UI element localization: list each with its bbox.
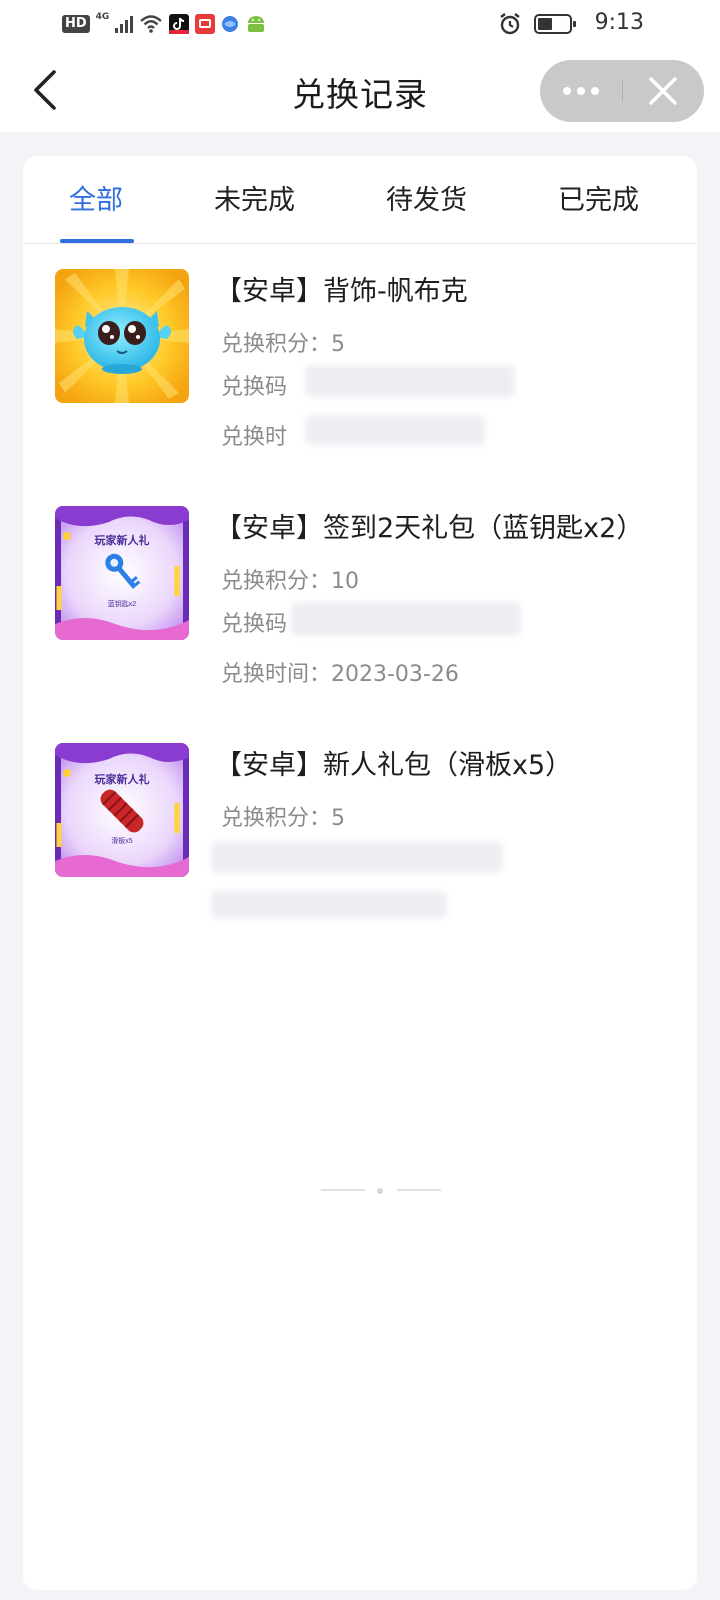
item-time: 兑换时间：2023-03-26 [221,662,459,687]
tab-incomplete[interactable]: 未完成 [214,178,295,217]
item-code-label: 兑换码 [221,612,288,637]
status-time: 9:13 [594,10,644,35]
thumb-title: 玩家新人礼 [95,533,150,547]
list-end-divider [321,1188,445,1194]
thumb-caption: 蓝钥匙x2 [108,599,136,608]
item-time-label: 兑换时 [221,425,288,450]
item-title: 【安卓】背饰-帆布克 [215,276,468,307]
item-points: 兑换积分：10 [221,569,359,594]
video-app-icon [195,14,216,34]
list-item[interactable]: 玩家新人礼 滑板x5 【安卓】新人礼包（滑板x5） 兑换积分：5 [55,743,675,943]
alarm-icon [500,13,520,35]
thumb-title: 玩家新人礼 [95,772,150,786]
item-title: 【安卓】签到2天礼包（蓝钥匙x2） [215,513,644,544]
records-card: 全部 未完成 待发货 已完成 【安卓】背饰-帆布克 兑换积分：5 兑换码 兑换时… [23,156,697,1590]
battery-icon [534,14,576,34]
signal-icon [115,15,134,33]
item-code-label: 兑换码 [221,375,288,400]
list-item[interactable]: 玩家新人礼 蓝钥匙x2 【安卓】签到2天礼包（蓝钥匙x2） 兑换积分：10 兑换… [55,506,675,706]
close-button[interactable] [623,60,703,122]
list-item[interactable]: 【安卓】背饰-帆布克 兑换积分：5 兑换码 兑换时 [55,269,675,469]
item-title: 【安卓】新人礼包（滑板x5） [215,750,573,781]
item-thumbnail: 玩家新人礼 滑板x5 [55,743,189,877]
tiktok-icon [169,14,190,34]
tab-bar: 全部 未完成 待发货 已完成 [23,156,697,244]
redacted-time [305,415,485,445]
tab-all[interactable]: 全部 [69,178,123,217]
close-icon [649,77,677,105]
android-icon [248,16,265,32]
item-thumbnail: 玩家新人礼 蓝钥匙x2 [55,506,189,640]
network-type: 4G [95,12,110,22]
redacted-code [291,602,521,636]
mini-program-capsule [540,60,704,122]
item-points: 兑换积分：5 [221,332,345,357]
tab-completed[interactable]: 已完成 [558,178,639,217]
status-left-icons: HD 4G [62,12,267,36]
more-button[interactable] [540,60,622,122]
item-points: 兑换积分：5 [221,806,345,831]
redacted-code [211,841,503,873]
hd-indicator: HD [62,15,90,33]
redacted-time [211,891,447,919]
tab-pending-shipment[interactable]: 待发货 [386,178,467,217]
item-thumbnail [55,269,189,403]
wifi-icon [140,15,163,33]
active-tab-indicator [60,239,134,243]
redacted-code [305,365,515,397]
status-bar: HD 4G 9:13 [0,0,720,50]
nav-bar: 兑换记录 [0,50,720,132]
thumb-caption: 滑板x5 [111,836,132,845]
more-dots-icon [563,87,599,95]
browser-icon [222,16,239,32]
